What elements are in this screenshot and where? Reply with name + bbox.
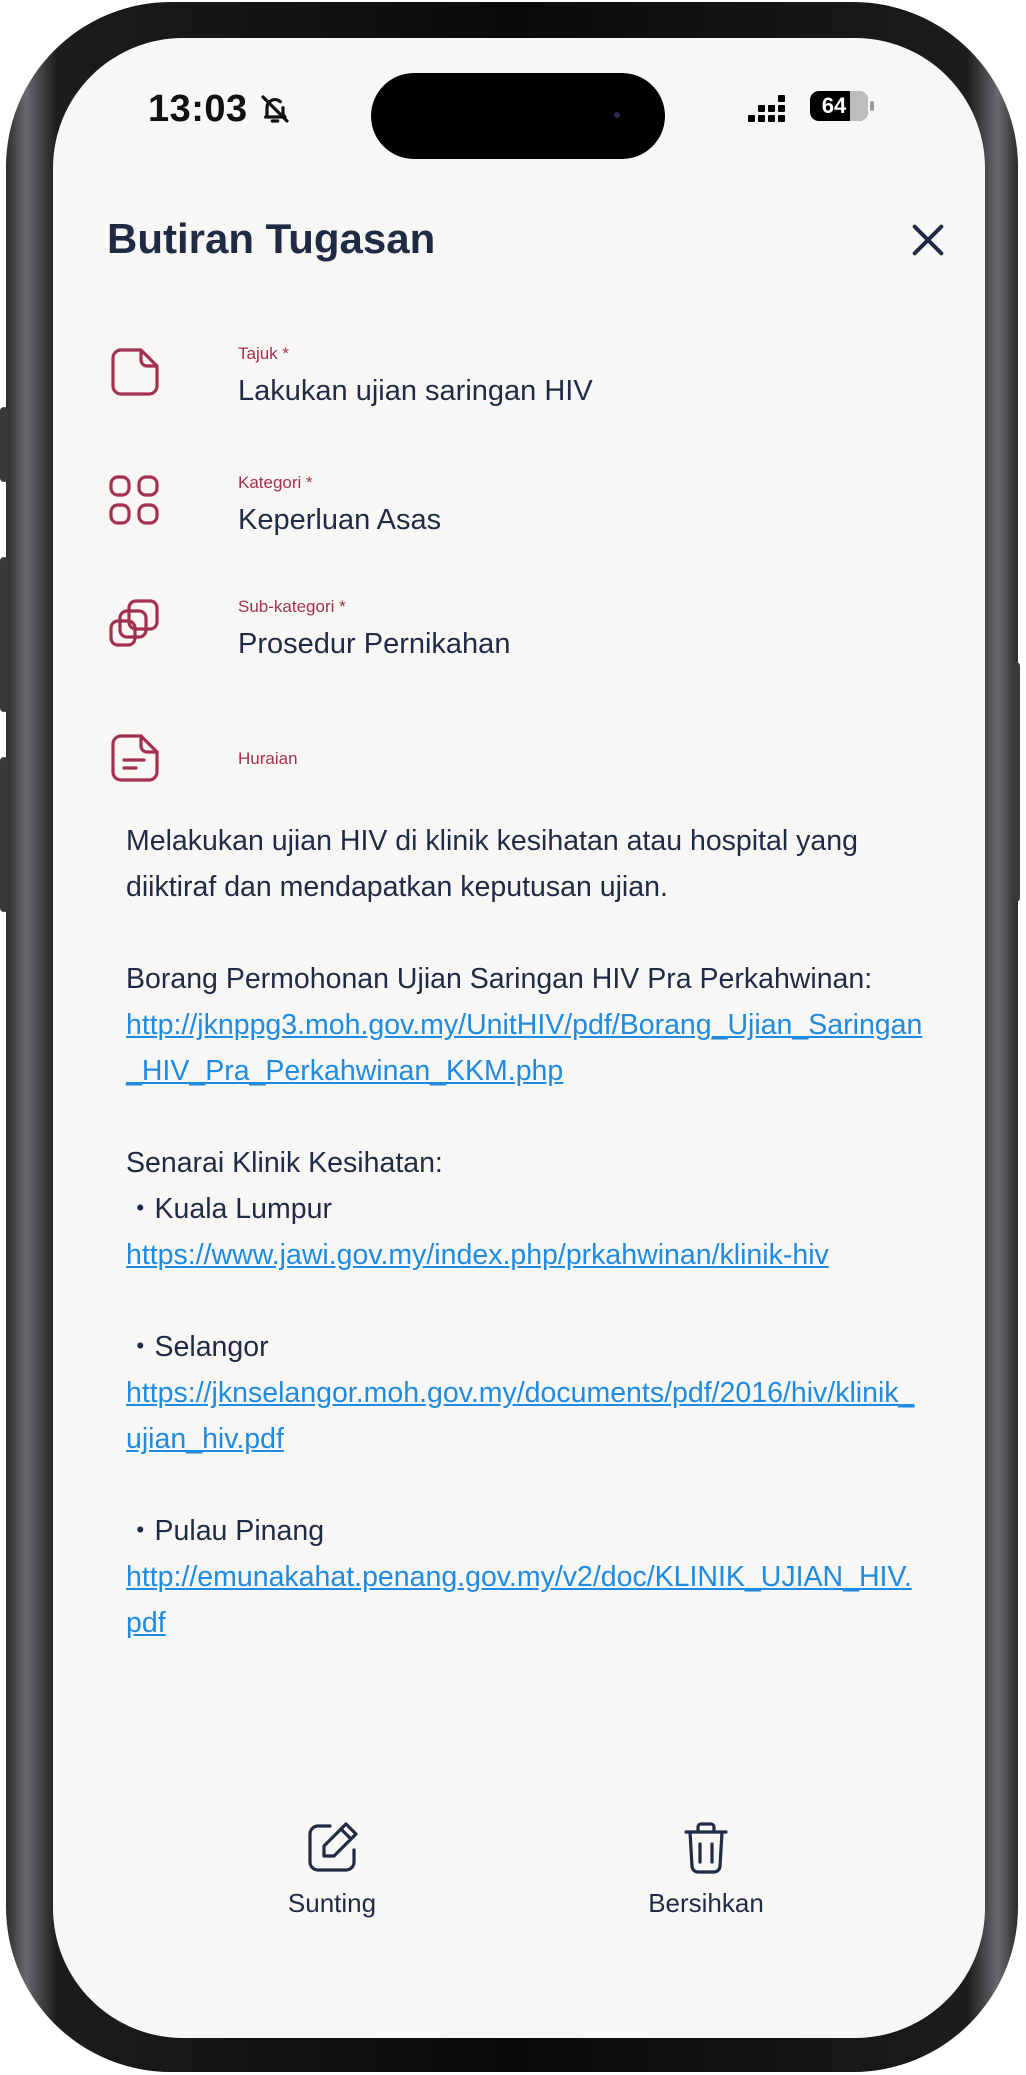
field-description-label: Huraian [238,749,298,768]
note-icon [111,734,159,782]
grid-icon [109,475,159,525]
volume-down-button [0,757,8,912]
field-title-label: Tajuk * [238,344,290,363]
dynamic-island [371,73,665,159]
page-title: Butiran Tugasan [107,215,436,262]
clinic-link[interactable]: https://www.jawi.gov.my/index.php/prkahw… [126,1239,829,1271]
clinic-link[interactable]: http://emunakahat.penang.gov.my/v2/doc/K… [126,1561,912,1639]
form-heading: Borang Permohonan Ujian Saringan HIV Pra… [126,963,873,995]
volume-up-button [0,557,8,712]
battery-icon: 64 [810,91,874,121]
power-button [1012,662,1020,902]
field-category-label: Kategori * [238,473,313,492]
clinic-link[interactable]: https://jknselangor.moh.gov.my/documents… [126,1377,914,1455]
field-category-value: Keperluan Asas [238,504,442,536]
clear-label: Bersihkan [648,1888,764,1918]
edit-button[interactable]: Sunting [232,1818,432,1919]
clinic-name: ・Selangor [126,1331,269,1363]
clinic-name: ・Pulau Pinang [126,1515,325,1547]
clear-button[interactable]: Bersihkan [606,1818,806,1919]
app-screen: 13:03 64 Butiran Tugasan Tajuk * Lakukan… [53,38,985,2038]
field-subcategory-label: Sub-kategori * [238,597,346,616]
field-subcategory-value: Prosedur Pernikahan [238,628,511,660]
phone-frame: 13:03 64 Butiran Tugasan Tajuk * Lakukan… [0,2,1020,2072]
edit-label: Sunting [287,1888,377,1918]
field-title-value: Lakukan ujian saringan HIV [238,375,593,407]
signal-icon [748,95,785,122]
copy-icon [109,599,159,647]
status-time: 13:03 [148,88,248,130]
document-icon [111,348,159,396]
battery-percent: 64 [821,93,847,118]
form-link[interactable]: http://jknppg3.moh.gov.my/UnitHIV/pdf/Bo… [126,1009,922,1087]
clinics-heading: Senarai Klinik Kesihatan: [126,1147,443,1179]
bell-muted-icon [261,95,289,123]
mute-switch [0,407,8,482]
description-body: Melakukan ujian HIV di klinik kesihatan … [126,818,926,1646]
trash-icon [684,1822,728,1874]
description-intro: Melakukan ujian HIV di klinik kesihatan … [126,825,858,903]
clinic-name: ・Kuala Lumpur [126,1193,332,1225]
edit-icon [308,1822,358,1872]
close-icon[interactable] [908,220,948,260]
